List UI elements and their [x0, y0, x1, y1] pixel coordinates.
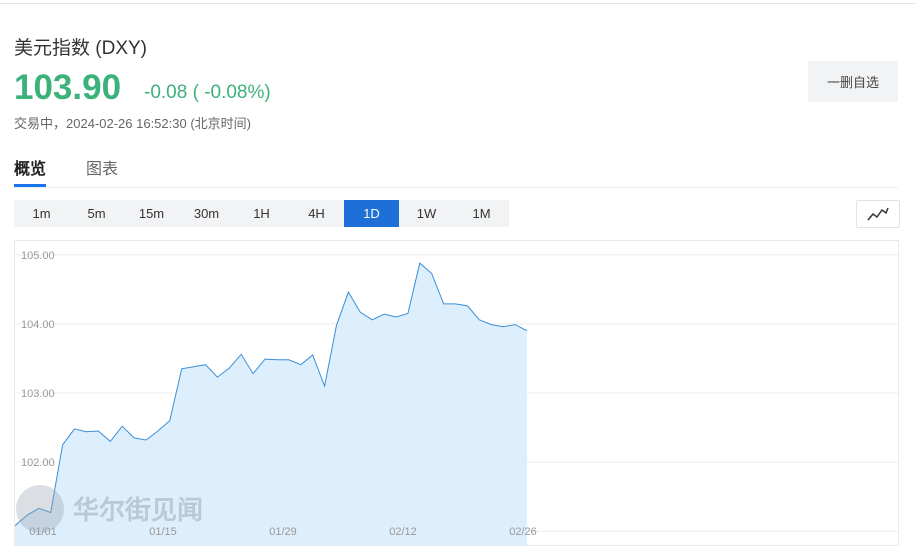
top-divider	[0, 3, 915, 4]
period-1h[interactable]: 1H	[234, 200, 289, 227]
price-change: -0.08 ( -0.08%)	[144, 82, 271, 103]
period-15m[interactable]: 15m	[124, 200, 179, 227]
y-tick-label: 104.00	[21, 319, 55, 331]
tab-chart-label: 图表	[86, 161, 119, 178]
watermark-emblem	[16, 485, 64, 533]
remove-watchlist-label: 一删自选	[826, 75, 879, 90]
active-tab-indicator	[14, 184, 46, 187]
main-tabs: 概览 图表	[14, 155, 898, 188]
x-tick-label: 02/26	[509, 526, 537, 538]
period-1w[interactable]: 1W	[399, 200, 454, 227]
remove-watchlist-button[interactable]: 一删自选	[808, 61, 898, 102]
x-tick-label: 02/12	[389, 526, 417, 538]
watermark-text: 华尔街见闻	[73, 495, 203, 525]
y-tick-label: 103.00	[21, 388, 55, 400]
period-selector: 1m 5m 15m 30m 1H 4H 1D 1W 1M	[14, 200, 509, 227]
period-30m[interactable]: 30m	[179, 200, 234, 227]
tab-overview-label: 概览	[14, 161, 47, 178]
trading-status: 交易中，2024-02-26 16:52:30 (北京时间)	[14, 116, 251, 131]
tab-chart[interactable]: 图表	[86, 155, 118, 179]
period-1d[interactable]: 1D	[344, 200, 399, 227]
period-4h[interactable]: 4H	[289, 200, 344, 227]
x-tick-label: 01/15	[149, 526, 177, 538]
tab-overview[interactable]: 概览	[14, 155, 46, 179]
page-title: 美元指数 (DXY)	[14, 38, 148, 59]
y-tick-label: 105.00	[21, 250, 55, 262]
line-chart-icon	[867, 207, 889, 221]
y-tick-label: 102.00	[21, 457, 55, 469]
period-1mo[interactable]: 1M	[454, 200, 509, 227]
price-chart: 101.00102.00103.00104.00105.0001/0101/15…	[14, 240, 899, 546]
period-1m[interactable]: 1m	[14, 200, 69, 227]
period-5m[interactable]: 5m	[69, 200, 124, 227]
chart-type-button[interactable]	[856, 200, 900, 228]
last-price: 103.90	[14, 68, 122, 107]
price-chart-svg: 101.00102.00103.00104.00105.0001/0101/15…	[14, 250, 898, 545]
x-tick-label: 01/29	[269, 526, 297, 538]
